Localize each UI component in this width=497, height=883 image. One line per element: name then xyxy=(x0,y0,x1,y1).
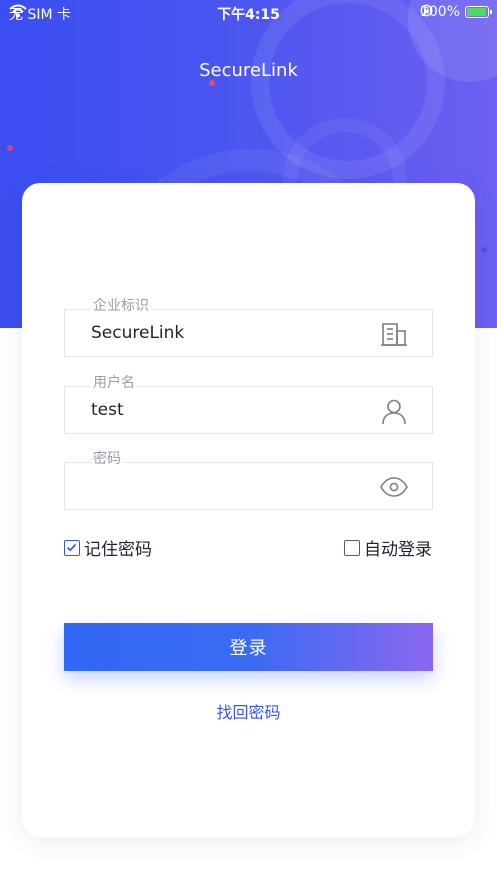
app-title: SecureLink xyxy=(199,60,298,81)
user-icon xyxy=(382,399,406,425)
building-icon xyxy=(381,323,407,346)
login-card: 企业标识 用户名 密码 xyxy=(22,183,475,837)
password-field[interactable]: 密码 xyxy=(64,450,433,510)
status-right: 100% xyxy=(420,4,492,20)
enterprise-field[interactable]: 企业标识 xyxy=(64,297,433,357)
forgot-password-link[interactable]: 找回密码 xyxy=(22,699,475,723)
check-icon xyxy=(66,543,77,551)
password-input[interactable] xyxy=(91,476,351,496)
username-input[interactable] xyxy=(91,400,351,420)
auto-login-label: 自动登录 xyxy=(364,540,432,560)
password-label: 密码 xyxy=(91,450,123,468)
remember-password-checkbox[interactable] xyxy=(64,539,80,556)
username-label: 用户名 xyxy=(91,374,137,392)
eye-icon[interactable] xyxy=(380,473,408,501)
username-field[interactable]: 用户名 xyxy=(64,374,433,434)
auto-login-checkbox[interactable] xyxy=(344,539,360,556)
auto-login-option[interactable]: 自动登录 xyxy=(344,535,432,560)
status-bar: 无 SIM 卡 下午4:15 100% xyxy=(0,0,497,26)
battery-level xyxy=(467,8,486,16)
orientation-lock-icon xyxy=(420,4,433,17)
remember-password-label: 记住密码 xyxy=(84,540,152,560)
login-button[interactable]: 登录 xyxy=(64,623,433,671)
login-screen: 无 SIM 卡 下午4:15 100% SecureLink 企业标识 Secu… xyxy=(0,0,497,883)
enterprise-input[interactable] xyxy=(91,323,351,343)
battery-icon xyxy=(465,6,492,18)
remember-password-option[interactable]: 记住密码 xyxy=(64,535,152,560)
enterprise-label: 企业标识 xyxy=(91,297,151,315)
